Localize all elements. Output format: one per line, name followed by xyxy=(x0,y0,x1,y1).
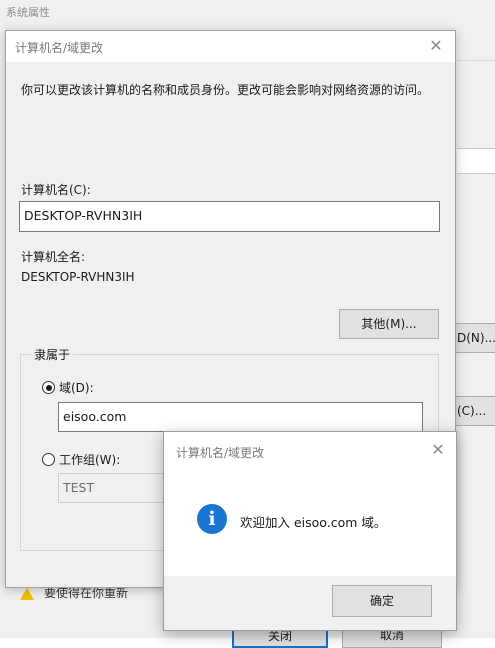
computer-name-label: 计算机名(C): xyxy=(21,183,91,197)
dialog-title: 计算机名/域更改 xyxy=(15,41,104,55)
system-properties-title: 系统属性 xyxy=(6,6,50,19)
full-name-label: 计算机全名: xyxy=(21,250,86,264)
more-button[interactable]: 其他(M)... xyxy=(339,309,439,339)
tab-divider xyxy=(457,60,495,61)
network-id-button[interactable]: D(N)... xyxy=(452,323,495,353)
message-title: 计算机名/域更改 xyxy=(176,446,265,460)
welcome-message: 欢迎加入 eisoo.com 域。 xyxy=(240,515,387,530)
warning-icon xyxy=(20,587,34,600)
info-icon: i xyxy=(197,504,227,534)
warning-text: 要使得在你重新 xyxy=(44,586,129,600)
message-titlebar: 计算机名/域更改 ✕ xyxy=(164,432,456,470)
close-icon[interactable]: ✕ xyxy=(425,35,447,57)
domain-radio[interactable]: 域(D): xyxy=(42,379,94,396)
welcome-message-box: 计算机名/域更改 ✕ i 欢迎加入 eisoo.com 域。 确定 xyxy=(163,431,457,631)
dialog-titlebar: 计算机名/域更改 ✕ xyxy=(6,31,455,62)
member-of-label: 隶属于 xyxy=(31,346,74,363)
dialog-description: 你可以更改该计算机的名称和成员身份。更改可能会影响对网络资源的访问。 xyxy=(21,83,430,97)
radio-unchecked-icon xyxy=(42,453,55,466)
workgroup-radio[interactable]: 工作组(W): xyxy=(42,451,120,468)
ok-button[interactable]: 确定 xyxy=(332,585,432,617)
close-icon[interactable]: ✕ xyxy=(428,440,448,460)
workgroup-radio-label: 工作组(W): xyxy=(59,453,121,467)
domain-radio-label: 域(D): xyxy=(59,381,94,395)
computer-description-field[interactable] xyxy=(457,148,495,174)
computer-name-input[interactable]: DESKTOP-RVHN3IH xyxy=(19,201,440,232)
full-name-value: DESKTOP-RVHN3IH xyxy=(21,270,135,284)
change-button[interactable]: (C)... xyxy=(452,396,495,426)
domain-input[interactable]: eisoo.com xyxy=(58,402,423,432)
radio-checked-icon xyxy=(42,381,55,394)
